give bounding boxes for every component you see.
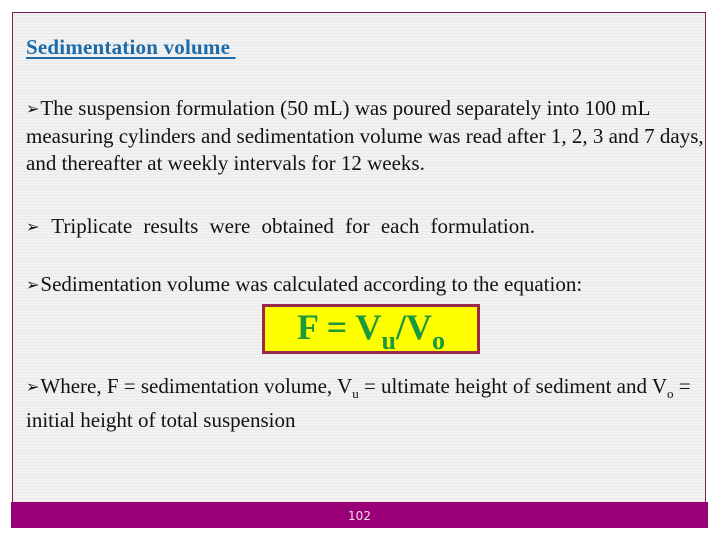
equation-subscript-u: u <box>381 326 396 355</box>
bullet-equation-intro: ➢Sedimentation volume was calculated acc… <box>26 271 582 299</box>
equation-lhs: F = V <box>297 307 382 347</box>
equation-subscript-o: o <box>431 326 445 355</box>
footer-bar: 102 <box>11 502 708 528</box>
bullet-text: The suspension formulation (50 mL) was p… <box>26 96 704 175</box>
slide-title: Sedimentation volume <box>26 35 236 59</box>
where-text-2: = ultimate height of sediment and V <box>358 374 668 398</box>
arrow-bullet-icon: ➢ <box>26 99 40 118</box>
slide-frame: Sedimentation volume ➢The suspension for… <box>12 12 706 502</box>
where-text-1: Where, F = sedimentation volume, V <box>40 374 353 398</box>
bullet-procedure: ➢The suspension formulation (50 mL) was … <box>26 95 716 177</box>
arrow-bullet-icon: ➢ <box>26 275 40 294</box>
bullet-text: Triplicate results were obtained for eac… <box>40 214 535 238</box>
equation-mid: /V <box>395 307 432 347</box>
arrow-bullet-icon: ➢ <box>26 377 40 396</box>
bullet-text: Sedimentation volume was calculated acco… <box>40 272 583 296</box>
page-number: 102 <box>348 509 371 523</box>
bullet-where: ➢Where, F = sedimentation volume, Vu = u… <box>26 373 716 434</box>
bullet-triplicate: ➢ Triplicate results were obtained for e… <box>26 213 535 241</box>
arrow-bullet-icon: ➢ <box>26 217 40 236</box>
equation-box: F = Vu/Vo <box>262 304 480 355</box>
